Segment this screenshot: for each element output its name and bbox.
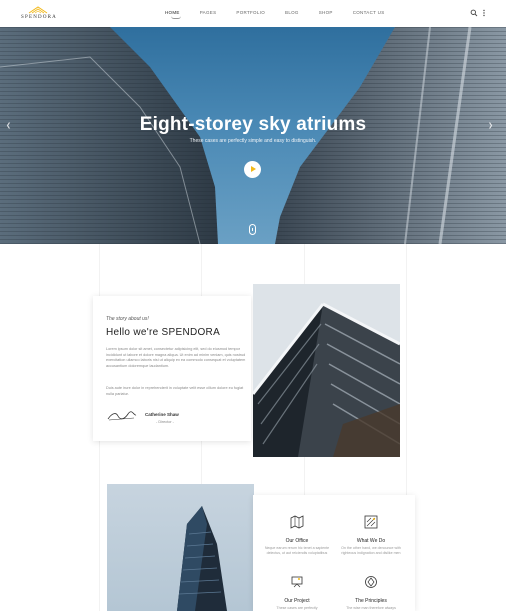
service-text: On the other hand, we denounce with righ… [341, 546, 401, 555]
service-what-we-do[interactable]: What We Do On the other hand, we denounc… [335, 515, 407, 556]
building-photo-right [253, 284, 400, 457]
service-text: The wise man therefore always [346, 606, 396, 610]
nav-blog[interactable]: BLOG [285, 10, 299, 15]
story-paragraph: Lorem ipsum dolor sit amet, consectetur … [106, 347, 246, 368]
signer-name: Catherine Shaw [145, 412, 179, 417]
hero-title: Eight-storey sky atriums [139, 114, 367, 135]
logo[interactable]: SPENDORA [18, 6, 60, 22]
logo-text: SPENDORA [21, 15, 57, 20]
service-our-project[interactable]: Our Project These cases are perfectly [261, 575, 333, 611]
services-card: Our Office Neque earum rerum hic tenet a… [253, 495, 415, 611]
hero-subtitle: These cases are perfectly simple and eas… [189, 138, 317, 144]
service-text: These cases are perfectly [276, 606, 318, 610]
building-photo-left [107, 484, 254, 611]
nav-shop[interactable]: SHOP [319, 10, 333, 15]
nav-portfolio[interactable]: PORTFOLIO [236, 10, 265, 15]
more-vertical-icon[interactable] [480, 9, 488, 17]
service-title: Our Office [285, 538, 309, 544]
service-our-office[interactable]: Our Office Neque earum rerum hic tenet a… [261, 515, 333, 556]
nav-pages[interactable]: PAGES [200, 10, 217, 15]
story-paragraph: Duis aute irure dolor in reprehenderit i… [106, 386, 244, 396]
service-text: Neque earum rerum hic tenet a sapiente d… [264, 546, 330, 555]
project-icon [291, 576, 303, 588]
nav-home[interactable]: HOME [165, 10, 181, 19]
play-video-button[interactable] [244, 161, 261, 178]
main-nav: HOME PAGES PORTFOLIO BLOG SHOP CONTACT U… [165, 10, 405, 19]
signer-role: - Director - [156, 420, 174, 424]
service-title: Our Project [284, 598, 310, 604]
principles-icon [365, 576, 377, 588]
story-kicker: The story about us! [106, 316, 149, 322]
drafting-icon [364, 515, 378, 529]
service-the-principles[interactable]: The Principles The wise man therefore al… [335, 575, 407, 611]
logo-roof-icon [28, 6, 48, 14]
service-title: What We Do [356, 538, 386, 544]
service-title: The Principles [355, 598, 387, 604]
hero-slider: ❮ ❯ Eight-storey sky atriums These cases… [0, 27, 506, 244]
scroll-down-icon[interactable] [249, 224, 256, 235]
search-icon[interactable] [470, 9, 478, 17]
signature-icon [107, 411, 137, 421]
map-icon [290, 515, 304, 529]
nav-contact[interactable]: CONTACT US [353, 10, 385, 15]
about-card: The story about us! Hello we're SPENDORA… [93, 296, 251, 441]
site-header: SPENDORA HOME PAGES PORTFOLIO BLOG SHOP … [0, 0, 506, 27]
story-title: Hello we're SPENDORA [106, 327, 221, 338]
